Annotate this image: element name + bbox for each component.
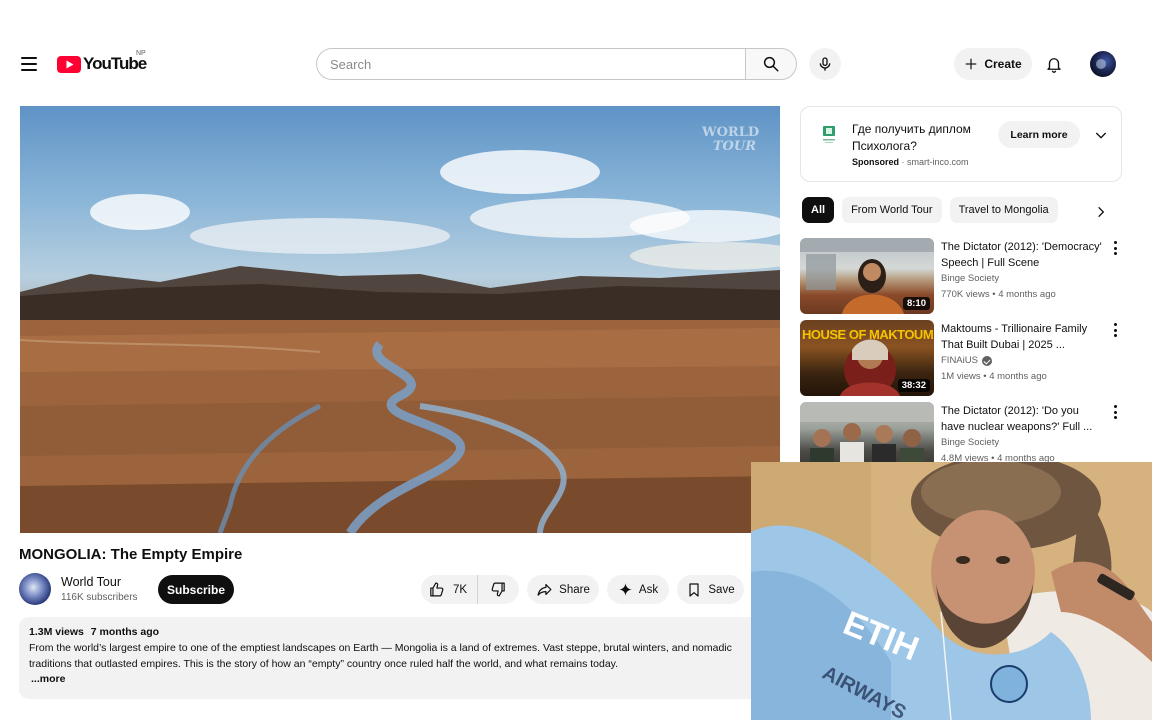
dislike-button[interactable] <box>478 575 519 604</box>
recommended-video[interactable]: HOUSE OF MAKTOUM 38:32 Maktoums - Trilli… <box>800 320 1130 396</box>
description-meta: 1.3M views 7 months ago <box>29 626 751 638</box>
video-meta: 770K views • 4 months ago <box>941 289 1056 300</box>
plus-icon <box>966 58 977 70</box>
save-button[interactable]: Save <box>677 575 744 604</box>
upload-age: 4 months ago <box>989 371 1047 382</box>
more-options-icon[interactable] <box>1110 404 1120 420</box>
more-options-icon[interactable] <box>1110 240 1120 256</box>
advertiser-logo <box>823 126 835 143</box>
search-box <box>316 48 746 80</box>
upload-age: 7 months ago <box>90 626 160 638</box>
sponsored-label: Sponsored <box>852 157 900 167</box>
youtube-play-icon <box>57 55 81 73</box>
video-thumbnail[interactable]: HOUSE OF MAKTOUM 38:32 <box>800 320 934 396</box>
learn-more-button[interactable]: Learn more <box>998 121 1080 148</box>
channel-name[interactable]: World Tour <box>61 575 121 589</box>
ad-domain: smart-inco.com <box>907 157 969 167</box>
thumbs-down-icon <box>491 582 505 597</box>
masthead: YouTube NP Create <box>0 40 1152 88</box>
notifications-button[interactable] <box>1042 52 1066 76</box>
search-input[interactable] <box>330 56 746 72</box>
verified-badge-icon <box>981 355 992 366</box>
channel-name-text: Binge Society <box>941 273 1000 284</box>
like-dislike-group: 7K <box>421 575 519 604</box>
save-label: Save <box>708 583 735 596</box>
share-icon <box>537 583 552 596</box>
video-duration: 8:10 <box>902 297 930 310</box>
chevron-right-icon[interactable] <box>1094 205 1108 219</box>
channel-name[interactable]: Binge Society <box>941 437 999 448</box>
bell-icon <box>1047 58 1061 73</box>
microphone-icon <box>819 57 831 71</box>
video-duration: 38:32 <box>897 379 930 392</box>
subscribe-button[interactable]: Subscribe <box>158 575 234 604</box>
bookmark-icon <box>689 582 699 597</box>
channel-name-text: Binge Society <box>941 437 1000 448</box>
ask-button[interactable]: Ask <box>607 575 669 604</box>
watermark-line-1: WORLD <box>702 125 760 140</box>
like-button[interactable]: 7K <box>421 575 478 604</box>
more-options-icon[interactable] <box>1110 322 1120 338</box>
ask-label: Ask <box>638 583 659 596</box>
upload-age: 4 months ago <box>998 289 1056 300</box>
channel-name[interactable]: Binge Society <box>941 273 999 284</box>
share-button[interactable]: Share <box>527 575 599 604</box>
recommended-video[interactable]: 8:10 The Dictator (2012): 'Democracy' Sp… <box>800 238 1130 314</box>
filter-chips: All From World Tour Travel to Mongolia <box>802 197 1058 223</box>
youtube-logo[interactable]: YouTube NP <box>57 50 147 74</box>
create-label: Create <box>984 57 1022 71</box>
ad-sponsored-line: Sponsored · smart-inco.com <box>852 157 969 167</box>
ad-title: Где получить диплом Психолога? <box>852 122 971 153</box>
channel-avatar[interactable] <box>19 573 51 605</box>
show-more-link[interactable]: ...more <box>31 673 751 685</box>
video-title[interactable]: The Dictator (2012): 'Democracy' Speech … <box>941 239 1103 271</box>
video-meta: 1M views • 4 months ago <box>941 371 1047 382</box>
watermark-line-2: TOUR <box>712 139 756 154</box>
view-count: 1.3M views <box>29 626 84 638</box>
view-count: 1M views <box>941 371 981 382</box>
view-count: 770K views <box>941 289 990 300</box>
chip-from-world-tour[interactable]: From World Tour <box>842 197 942 223</box>
channel-watermark: WORLD TOUR <box>702 125 760 154</box>
search-button[interactable] <box>745 48 797 80</box>
voice-search-button[interactable] <box>809 48 841 80</box>
video-thumbnail[interactable]: 8:10 <box>800 238 934 314</box>
sponsored-ad-card[interactable]: Где получить диплом Психолога? Sponsored… <box>800 106 1122 182</box>
channel-name-text: FINAiUS <box>941 355 978 366</box>
channel-name[interactable]: FINAiUS <box>941 355 992 366</box>
logo-text: YouTube <box>83 54 147 73</box>
description-box[interactable]: 1.3M views 7 months ago From the world’s… <box>19 617 761 699</box>
webcam-feed: ETIH AIRWAYS <box>751 462 1152 720</box>
search-icon <box>763 56 779 72</box>
account-avatar[interactable] <box>1090 51 1116 77</box>
video-title: MONGOLIA: The Empty Empire <box>19 546 243 563</box>
webcam-overlay: ETIH AIRWAYS <box>751 462 1152 720</box>
menu-icon[interactable] <box>17 52 41 76</box>
thumbnail-caption: HOUSE OF MAKTOUM <box>802 327 934 342</box>
subscriber-count: 116K subscribers <box>61 592 138 603</box>
chip-travel-to-mongolia[interactable]: Travel to Mongolia <box>949 197 1058 223</box>
create-button[interactable]: Create <box>954 48 1032 80</box>
like-count: 7K <box>453 583 468 596</box>
share-label: Share <box>559 583 590 596</box>
video-frame-landscape <box>20 150 780 533</box>
chip-all[interactable]: All <box>802 197 835 223</box>
sparkle-icon <box>619 583 632 596</box>
video-title[interactable]: Maktoums - Trillionaire Family That Buil… <box>941 321 1103 353</box>
video-player[interactable]: WORLD TOUR <box>20 106 780 533</box>
description-text: From the world’s largest empire to one o… <box>29 642 732 670</box>
chevron-down-icon[interactable] <box>1093 127 1109 143</box>
country-code: NP <box>136 50 146 57</box>
video-title[interactable]: The Dictator (2012): 'Do you have nuclea… <box>941 403 1103 435</box>
thumbs-up-icon <box>430 582 444 597</box>
